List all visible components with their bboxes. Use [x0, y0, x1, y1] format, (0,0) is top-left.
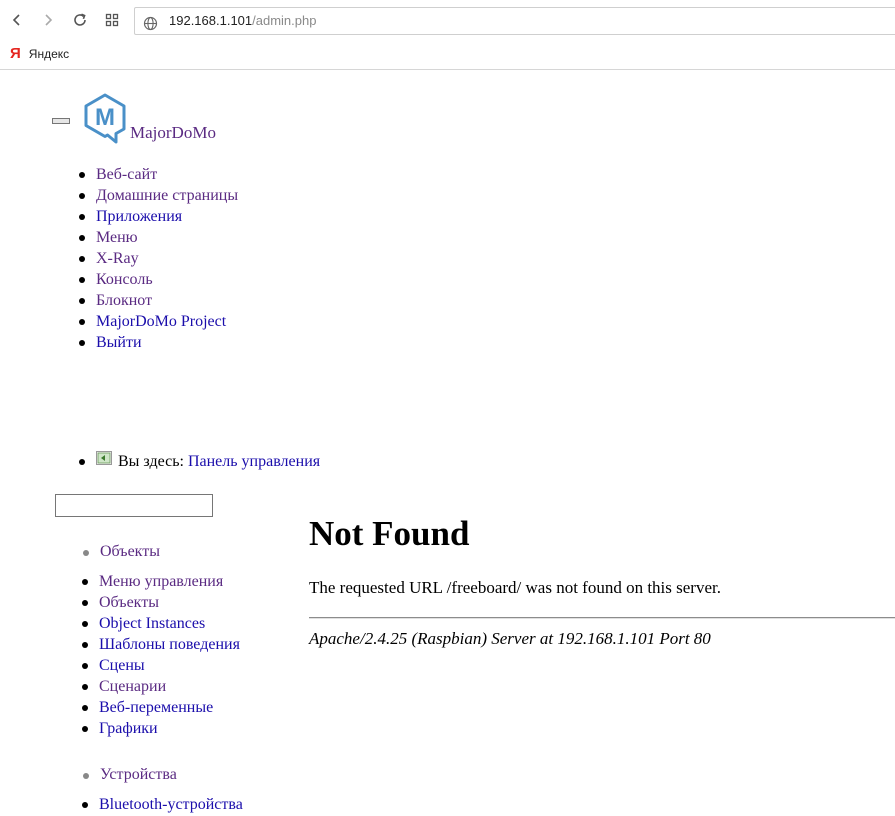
- sub-link-scripts[interactable]: Сценарии: [99, 678, 166, 695]
- breadcrumb-item: Вы здесь: Панель управления: [78, 450, 320, 472]
- menu-toggle-button[interactable]: [52, 118, 70, 124]
- sub-link-scenes[interactable]: Сцены: [99, 657, 145, 674]
- nav-item-project: MajorDoMo Project: [78, 311, 238, 332]
- nav-link-xray[interactable]: X-Ray: [96, 250, 139, 267]
- page-content: M MajorDoMo Веб-сайт Домашние страницы П…: [0, 70, 895, 816]
- nav-link-apps[interactable]: Приложения: [96, 208, 182, 225]
- brand-link[interactable]: MajorDoMo: [130, 123, 216, 143]
- nav-item-console: Консоль: [78, 269, 238, 290]
- bookmark-yandex[interactable]: Я Яндекс: [10, 46, 69, 62]
- nav-item-notepad: Блокнот: [78, 290, 238, 311]
- section-title-devices[interactable]: Устройства: [83, 766, 177, 784]
- majordomo-logo-icon: M: [82, 92, 128, 149]
- globe-icon: [143, 14, 158, 40]
- sub-item-charts: Графики: [82, 718, 240, 739]
- section-title-objects[interactable]: Объекты: [83, 543, 160, 561]
- sub-link-web-vars[interactable]: Веб-переменные: [99, 699, 213, 716]
- browser-toolbar: 192.168.1.101/admin.php: [0, 0, 895, 42]
- forward-arrow-icon: [45, 14, 53, 26]
- nav-link-menu[interactable]: Меню: [96, 229, 138, 246]
- nav-item-logout: Выйти: [78, 332, 238, 353]
- nav-link-home-pages[interactable]: Домашние страницы: [96, 187, 238, 204]
- tabs-grid-button[interactable]: [101, 9, 123, 31]
- sub-link-control-menu[interactable]: Меню управления: [99, 573, 223, 590]
- brand[interactable]: M MajorDoMo: [82, 92, 216, 149]
- grid-icon: [105, 13, 119, 27]
- sub-item-bluetooth: Bluetooth-устройства: [82, 794, 243, 815]
- sub-item-behavior-templates: Шаблоны поведения: [82, 634, 240, 655]
- objects-nav: Меню управления Объекты Object Instances…: [82, 571, 240, 739]
- nav-link-website[interactable]: Веб-сайт: [96, 166, 157, 183]
- address-url: 192.168.1.101/admin.php: [169, 8, 316, 34]
- error-title: Not Found: [309, 514, 470, 553]
- sub-item-objects: Объекты: [82, 592, 240, 613]
- back-arrow-icon: [12, 14, 20, 26]
- nav-link-console[interactable]: Консоль: [96, 271, 153, 288]
- sub-link-behavior-templates[interactable]: Шаблоны поведения: [99, 636, 240, 653]
- browser-chrome: 192.168.1.101/admin.php Я Яндекс: [0, 0, 895, 70]
- sub-item-web-vars: Веб-переменные: [82, 697, 240, 718]
- address-path: /admin.php: [252, 13, 317, 28]
- error-divider: [309, 617, 895, 619]
- reload-button[interactable]: [69, 9, 91, 31]
- breadcrumb-prefix: Вы здесь:: [118, 453, 184, 470]
- nav-item-home-pages: Домашние страницы: [78, 185, 238, 206]
- breadcrumb-link-control-panel[interactable]: Панель управления: [188, 453, 320, 470]
- address-host: 192.168.1.101: [169, 13, 253, 28]
- nav-link-project[interactable]: MajorDoMo Project: [96, 313, 226, 330]
- address-bar[interactable]: 192.168.1.101/admin.php: [134, 7, 895, 35]
- sub-item-control-menu: Меню управления: [82, 571, 240, 592]
- sub-link-bluetooth[interactable]: Bluetooth-устройства: [99, 796, 243, 813]
- sub-link-objects[interactable]: Объекты: [99, 594, 159, 611]
- svg-text:M: M: [95, 104, 115, 131]
- main-nav: Веб-сайт Домашние страницы Приложения Ме…: [78, 164, 238, 353]
- nav-link-notepad[interactable]: Блокнот: [96, 292, 152, 309]
- nav-link-logout[interactable]: Выйти: [96, 334, 142, 351]
- devices-nav: Bluetooth-устройства: [82, 794, 243, 815]
- nav-item-apps: Приложения: [78, 206, 238, 227]
- sub-link-object-instances[interactable]: Object Instances: [99, 615, 205, 632]
- bookmark-label: Яндекс: [28, 47, 70, 61]
- search-input[interactable]: [55, 494, 213, 517]
- reload-icon: [74, 13, 86, 26]
- nav-item-xray: X-Ray: [78, 248, 238, 269]
- nav-item-menu: Меню: [78, 227, 238, 248]
- server-signature: Apache/2.4.25 (Raspbian) Server at 192.1…: [309, 629, 711, 648]
- sub-link-charts[interactable]: Графики: [99, 720, 158, 737]
- yandex-logo-icon: Я: [10, 45, 21, 62]
- home-panel-icon: [96, 450, 112, 471]
- sub-item-object-instances: Object Instances: [82, 613, 240, 634]
- bookmarks-bar: Я Яндекс: [0, 42, 895, 68]
- forward-button[interactable]: [37, 9, 59, 31]
- sub-item-scripts: Сценарии: [82, 676, 240, 697]
- back-button[interactable]: [6, 9, 28, 31]
- breadcrumb: Вы здесь: Панель управления: [78, 450, 320, 472]
- nav-item-website: Веб-сайт: [78, 164, 238, 185]
- sub-item-scenes: Сцены: [82, 655, 240, 676]
- error-message: The requested URL /freeboard/ was not fo…: [309, 578, 721, 597]
